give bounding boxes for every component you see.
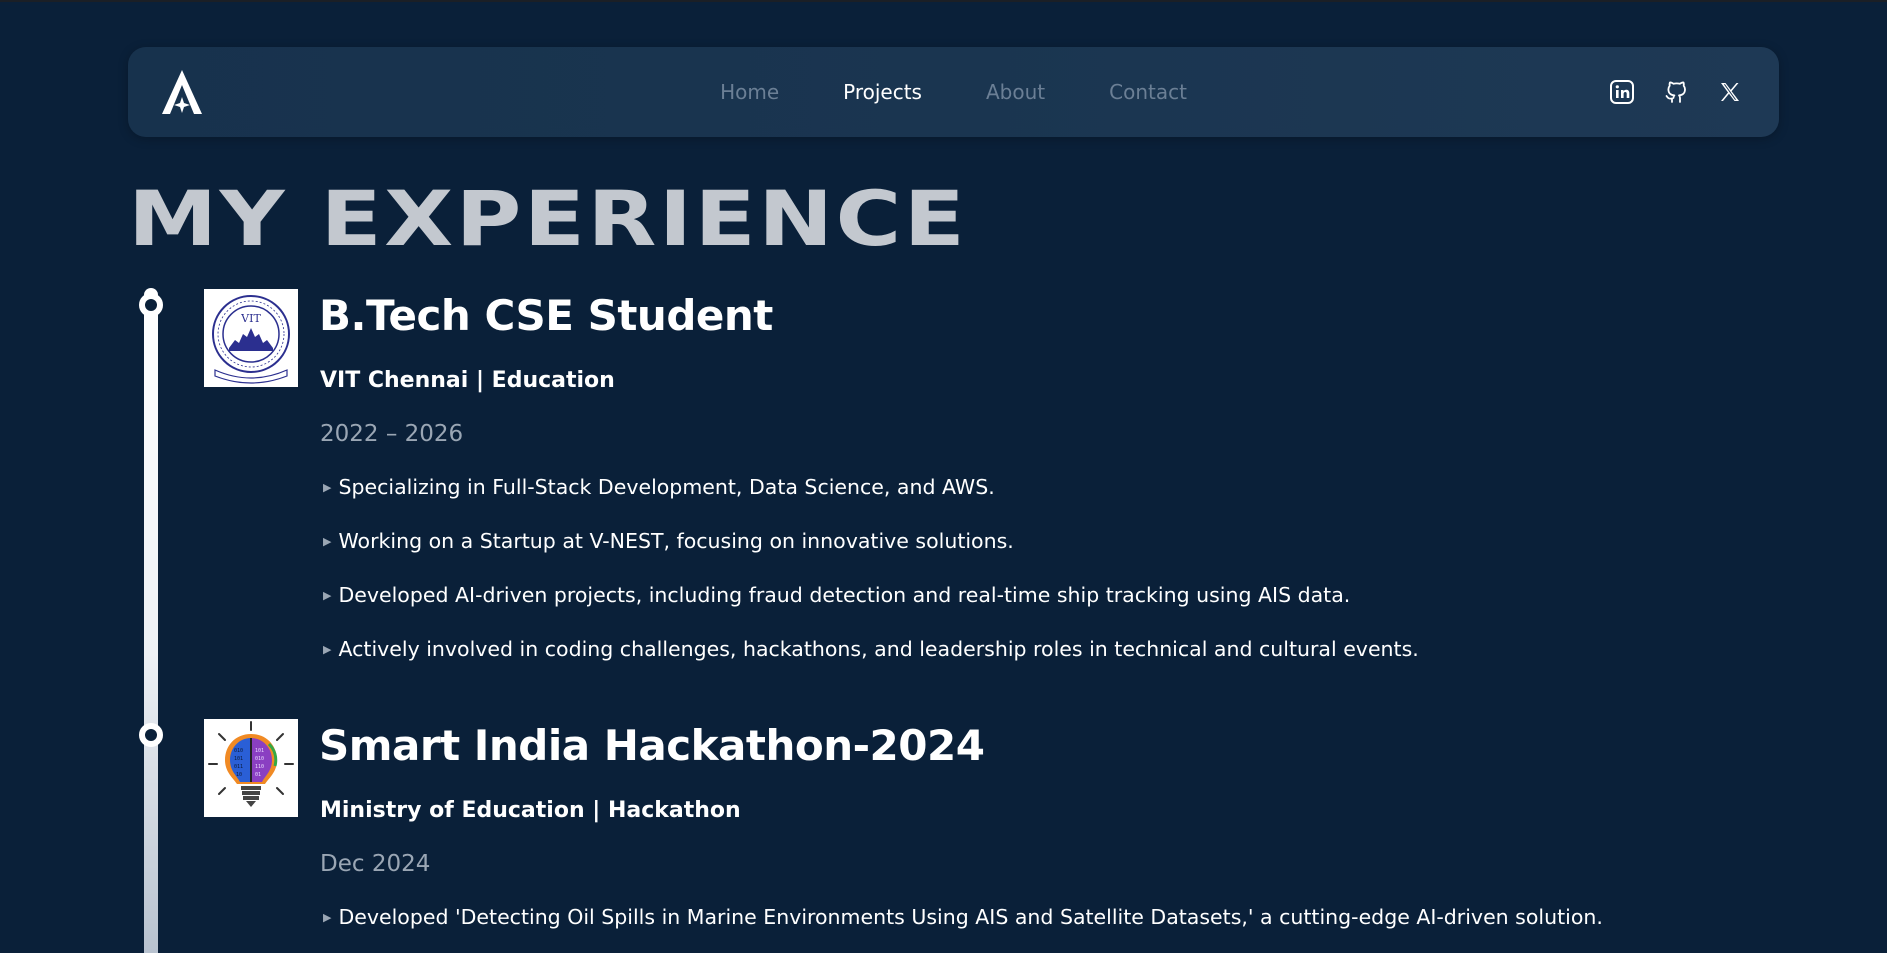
svg-text:011: 011 — [234, 764, 243, 770]
timeline-dot — [139, 293, 163, 317]
experience-date: Dec 2024 — [320, 851, 431, 877]
experience-title: Smart India Hackathon-2024 — [319, 721, 985, 770]
timeline-dot — [139, 723, 163, 747]
bullet-text: Actively involved in coding challenges, … — [338, 637, 1419, 661]
linkedin-icon[interactable] — [1608, 78, 1636, 106]
logo-icon[interactable] — [158, 67, 206, 117]
nav-link-projects[interactable]: Projects — [811, 80, 954, 104]
bullet-arrow-icon: ▶ — [323, 642, 332, 656]
nav-link-home[interactable]: Home — [688, 80, 811, 104]
x-icon[interactable] — [1716, 78, 1744, 106]
nav-links: Home Projects About Contact — [128, 47, 1779, 137]
bullet-text: Developed 'Detecting Oil Spills in Marin… — [338, 905, 1603, 929]
timeline-line — [144, 288, 158, 953]
experience-organization: VIT Chennai | Education — [320, 368, 615, 393]
experience-bullet: ▶ Developed AI-driven projects, includin… — [323, 583, 1350, 607]
svg-text:101: 101 — [234, 756, 243, 762]
vit-logo-text: VIT — [240, 312, 261, 325]
svg-text:101: 101 — [255, 748, 264, 754]
social-links — [1608, 47, 1744, 137]
bullet-text: Working on a Startup at V-NEST, focusing… — [338, 529, 1014, 553]
vit-logo: VIT — [204, 289, 298, 387]
page-title: MY EXPERIENCE — [128, 174, 968, 263]
bullet-arrow-icon: ▶ — [323, 910, 332, 924]
bullet-text: Developed AI-driven projects, including … — [338, 583, 1351, 607]
experience-bullet: ▶ Specializing in Full-Stack Development… — [323, 475, 995, 499]
experience-bullet: ▶ Developed 'Detecting Oil Spills in Mar… — [323, 905, 1603, 929]
navbar: Home Projects About Contact — [128, 47, 1779, 137]
nav-link-about[interactable]: About — [954, 80, 1077, 104]
hackathon-bulb-logo: 010 101 011 10 101 010 110 01 — [204, 719, 298, 817]
experience-title: B.Tech CSE Student — [319, 291, 773, 340]
bullet-text: Specializing in Full-Stack Development, … — [338, 475, 995, 499]
experience-date: 2022 – 2026 — [320, 421, 464, 447]
experience-organization: Ministry of Education | Hackathon — [320, 798, 741, 823]
nav-link-contact[interactable]: Contact — [1077, 80, 1219, 104]
experience-bullet: ▶ Working on a Startup at V-NEST, focusi… — [323, 529, 1014, 553]
svg-text:110: 110 — [255, 764, 264, 770]
svg-text:010: 010 — [255, 756, 264, 762]
svg-text:10: 10 — [236, 772, 242, 778]
bullet-arrow-icon: ▶ — [323, 588, 332, 602]
bullet-arrow-icon: ▶ — [323, 480, 332, 494]
experience-bullet: ▶ Actively involved in coding challenges… — [323, 637, 1419, 661]
bullet-arrow-icon: ▶ — [323, 534, 332, 548]
svg-text:01: 01 — [255, 772, 261, 778]
github-icon[interactable] — [1662, 78, 1690, 106]
svg-text:010: 010 — [234, 748, 243, 754]
